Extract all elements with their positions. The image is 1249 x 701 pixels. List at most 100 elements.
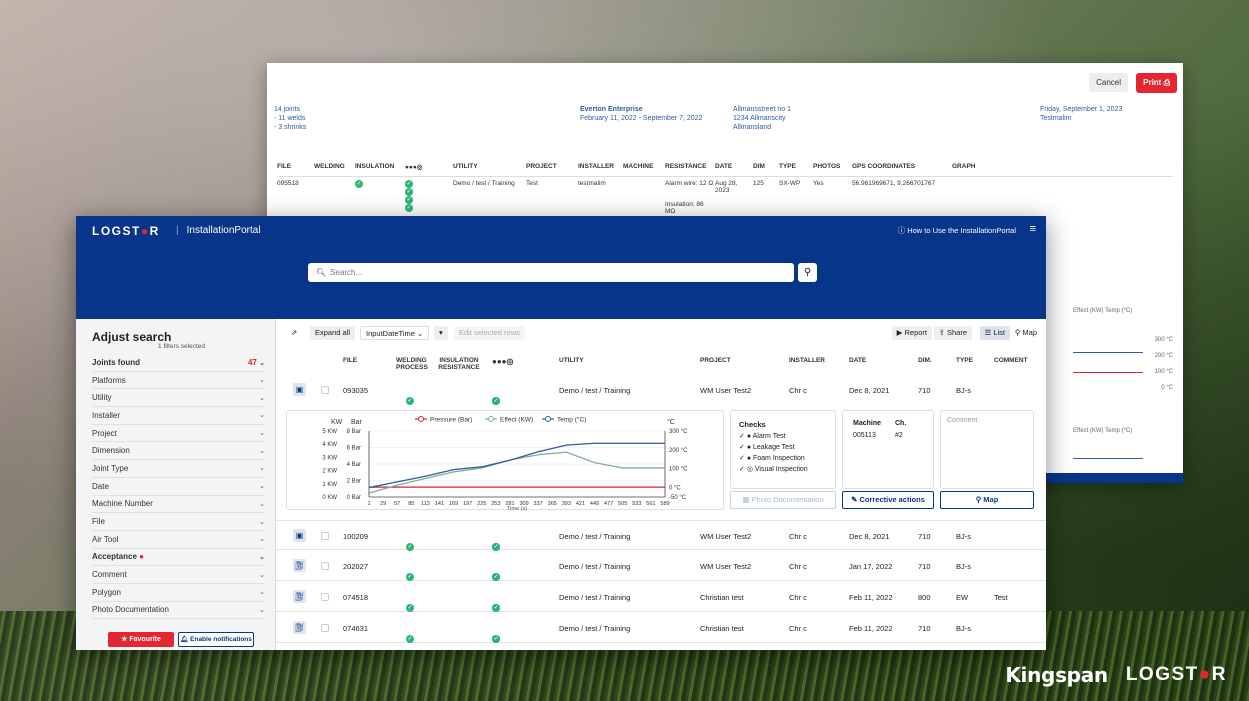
table-row[interactable]: ▣ 100209 ✓ ✓✓✓✓ Demo / test / Training W… [276, 520, 1046, 551]
favourite-button[interactable]: ★ Favourite [108, 632, 174, 647]
col-header: FILE [277, 163, 292, 170]
cell-dim: 800 [918, 593, 931, 602]
x-tick: 589 [660, 501, 669, 507]
map-button[interactable]: ⚲ Map [940, 491, 1034, 509]
filter-project[interactable]: Project ⌄ [92, 425, 265, 443]
chevron-down-icon: ⌄ [417, 329, 424, 338]
chevron-down-icon: ⌄ [259, 606, 265, 614]
photo-documentation-button[interactable]: ▦ Photo Documentation [730, 491, 836, 509]
bar-tick: 6 Bar [347, 446, 361, 452]
filter-label: Polygon [92, 587, 121, 597]
edit-selected-rows-button[interactable]: Edit selected rows [454, 326, 525, 340]
filter-label: Joints found [92, 357, 140, 367]
chevron-down-icon: ⌄ [259, 465, 265, 473]
list-icon: ☰ [984, 328, 994, 337]
filter-comment[interactable]: Comment ⌄ [92, 566, 265, 584]
expand-all-button[interactable]: Expand all [310, 326, 356, 340]
chevron-down-icon: ⌄ [259, 589, 265, 597]
filter-platforms[interactable]: Platforms ⌄ [92, 372, 265, 390]
col-header: RESISTANCE [665, 163, 707, 170]
filter-acceptance[interactable]: Acceptance ● ⌄ [92, 549, 265, 567]
filter-installer[interactable]: Installer ⌄ [92, 407, 265, 425]
kw-tick: 2 KW [322, 469, 337, 475]
filter-utility[interactable]: Utility ⌄ [92, 389, 265, 408]
cancel-button[interactable]: Cancel [1089, 73, 1128, 92]
corrective-actions-button[interactable]: ✎ Corrective actions [842, 491, 934, 509]
filter-date[interactable]: Date ⌄ [92, 478, 265, 496]
y-tick: 0 °C [1161, 385, 1173, 391]
col-welding: WELDING PROCESS [396, 357, 428, 371]
graph-legend: Effect (KW) Temp (°C) [1073, 308, 1133, 314]
cell-type: EW [956, 593, 969, 602]
bar-tick: 0 Bar [347, 495, 361, 501]
x-tick: 449 [590, 501, 599, 507]
col-header: MACHINE [623, 163, 654, 170]
chevron-down-icon: ⌄ [259, 359, 265, 367]
resistance-insulation: Insulation: 86 MΩ [665, 201, 704, 215]
filter-label: Project [92, 428, 117, 438]
joint-graph: KW Bar °C Pressure (Bar) Effect (KW) Temp (°C… [322, 416, 688, 513]
filter-photo-documentation[interactable]: Photo Documentation ⌄ [92, 602, 265, 620]
kingspan-logo: Kingspan [1005, 663, 1108, 687]
temp-axis-label: °C [667, 418, 675, 426]
sort-select[interactable]: InputDateTime ⌄ [360, 326, 430, 340]
row-checkbox[interactable] [321, 532, 329, 540]
filter-dimension[interactable]: Dimension ⌄ [92, 442, 265, 461]
x-tick: 393 [562, 501, 571, 507]
photo-label: Photo Documentation [751, 495, 824, 504]
filter-air-tool[interactable]: Air Tool ⌄ [92, 531, 265, 549]
list-view-button[interactable]: ☰ List [979, 326, 1010, 340]
cell-type: BJ-s [956, 624, 971, 633]
map-view-button[interactable]: ⚲ Map [1010, 326, 1042, 340]
row-checkbox[interactable] [321, 562, 329, 570]
legend-marker-pressure [418, 416, 424, 422]
legend-marker-temp [545, 416, 551, 422]
x-tick: 85 [408, 501, 414, 507]
hamburger-menu-icon[interactable]: ≡ [1030, 223, 1036, 235]
check-label: Alarm Test [752, 433, 786, 440]
machine-panel: Machine Ch. 005113 #2 [842, 410, 934, 489]
installation-portal-window: LOGST●R | InstallationPortal ⓘ How to Use… [76, 216, 1046, 650]
share-button[interactable]: ⇪ Share [933, 326, 972, 340]
sort-direction-button[interactable]: ▾ [434, 326, 448, 340]
table-row[interactable]: ⛽︎ 074631 ✓ ✓✓✓✓ Demo / test / Training … [276, 613, 1046, 643]
search-input[interactable]: 🔍︎ Search... [308, 263, 794, 282]
col-header: WELDING [314, 163, 345, 170]
comment-panel[interactable]: Comment [940, 410, 1034, 489]
col-type: TYPE [956, 357, 973, 364]
temp-tick: 0 °C [669, 486, 681, 492]
row-checkbox[interactable] [321, 624, 329, 632]
enable-notifications-button[interactable]: 🔔︎ Enable notifications [178, 632, 254, 647]
x-tick: 57 [394, 501, 400, 507]
report-date: Friday, September 1, 2023 Testmalim [1040, 105, 1122, 123]
cell-dim: 710 [918, 532, 931, 541]
portal-header: LOGST●R | InstallationPortal ⓘ How to Use… [76, 216, 1046, 319]
table-row[interactable]: ▣ 093035 ✓ ✓✓✓✓ Demo / test / Training W… [276, 375, 1046, 405]
col-header: PROJECT [526, 163, 557, 170]
how-to-link[interactable]: ⓘ How to Use the InstallationPortal [898, 225, 1016, 236]
filter-joint-type[interactable]: Joint Type ⌄ [92, 460, 265, 478]
cell-dim: 710 [918, 386, 931, 395]
print-button[interactable]: Print ⎙ [1136, 73, 1177, 93]
cell-project: WM User Test2 [700, 562, 752, 571]
row-checkbox[interactable] [321, 386, 329, 394]
filter-joints-found[interactable]: Joints found 47 ⌄ [92, 354, 265, 372]
table-row[interactable]: ⛽︎ 202027 ✓ ✓✓✓✓ Demo / test / Training … [276, 551, 1046, 581]
filter-machine-number[interactable]: Machine Number ⌄ [92, 496, 265, 514]
report-button[interactable]: ▶ Report [891, 326, 932, 340]
summary-shrinks: - 3 shrinks [274, 124, 307, 131]
table-row[interactable]: ⛽︎ 074518 ✓ ✓✓✓✓ Demo / test / Training … [276, 582, 1046, 612]
row-checkbox[interactable] [321, 593, 329, 601]
joint-type-icon: ⛽︎ [293, 621, 306, 634]
x-tick: 29 [380, 501, 386, 507]
map-pin-button[interactable]: ⚲ [798, 263, 817, 282]
filter-polygon[interactable]: Polygon ⌄ [92, 584, 265, 602]
expand-icon[interactable]: ⇗ [286, 326, 302, 340]
report-graph-2: Effect (KW) Temp (°C) [1073, 428, 1173, 473]
bar-tick: 4 Bar [347, 462, 361, 468]
cell-project: WM User Test2 [700, 386, 752, 395]
filter-file[interactable]: File ⌄ [92, 513, 265, 531]
temp-tick: 100 °C [669, 467, 688, 473]
filter-label: Installer [92, 410, 121, 420]
cell-file: 202027 [343, 562, 369, 571]
